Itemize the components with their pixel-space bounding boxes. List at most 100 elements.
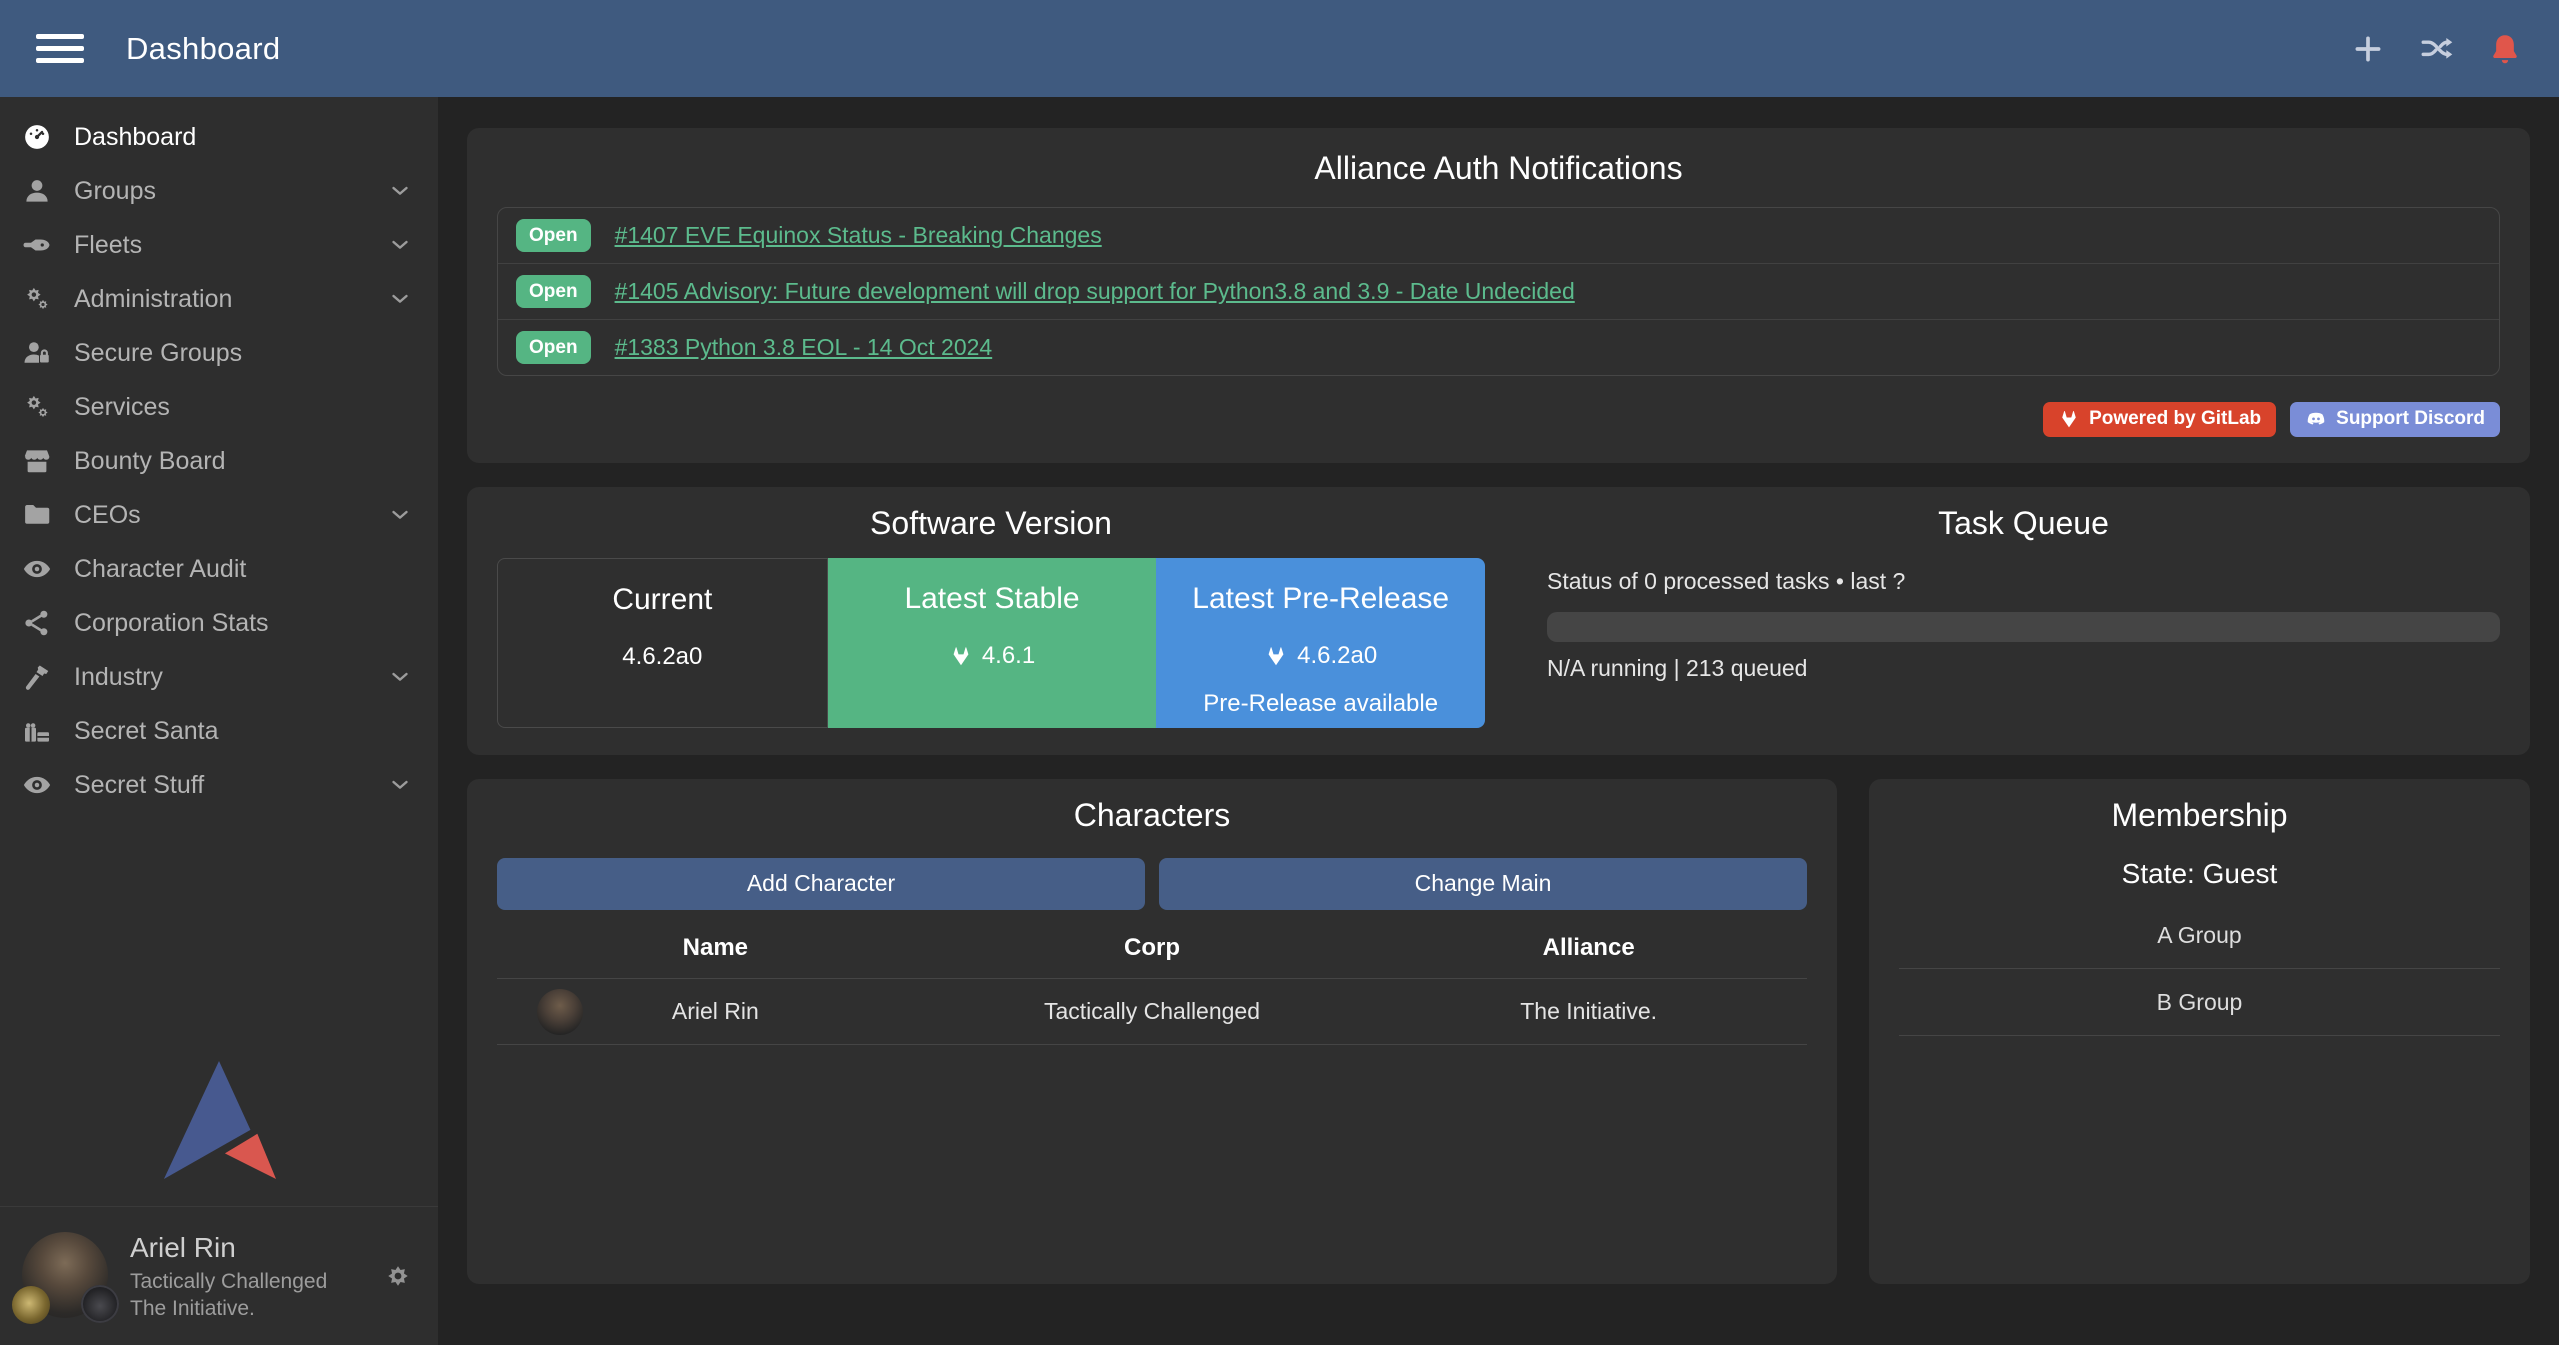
gitlab-icon bbox=[2058, 408, 2080, 430]
sidebar-item-secret-santa[interactable]: Secret Santa bbox=[0, 704, 438, 758]
membership-card: Membership State: Guest A Group B Group bbox=[1869, 779, 2530, 1284]
sidebar-item-fleets[interactable]: Fleets bbox=[0, 218, 438, 272]
notification-link[interactable]: #1407 EVE Equinox Status - Breaking Chan… bbox=[615, 222, 1102, 249]
sidebar-item-label: Industry bbox=[74, 663, 163, 692]
sidebar-item-label: Administration bbox=[74, 285, 232, 314]
sidebar-item-groups[interactable]: Groups bbox=[0, 164, 438, 218]
chevron-down-icon bbox=[388, 773, 412, 797]
gears-icon bbox=[22, 284, 52, 314]
sidebar-item-label: Secret Santa bbox=[74, 717, 219, 746]
task-queue-status: Status of 0 processed tasks • last ? bbox=[1547, 568, 2500, 595]
sidebar-item-secret-stuff[interactable]: Secret Stuff bbox=[0, 758, 438, 812]
user-alliance: The Initiative. bbox=[130, 1296, 327, 1322]
sidebar-item-corporation-stats[interactable]: Corporation Stats bbox=[0, 596, 438, 650]
version-cell-prerelease: Latest Pre-Release 4.6.2a0 Pre-Release a… bbox=[1156, 558, 1485, 728]
user-corp: Tactically Challenged bbox=[130, 1269, 327, 1295]
list-item: B Group bbox=[1899, 969, 2500, 1036]
gifts-icon bbox=[22, 716, 52, 746]
cell-character-corp: Tactically Challenged bbox=[934, 998, 1371, 1025]
cell-character-alliance: The Initiative. bbox=[1370, 998, 1807, 1025]
top-navbar: Dashboard bbox=[0, 0, 2559, 97]
menu-toggle-icon[interactable] bbox=[36, 34, 84, 63]
notification-item: Open #1383 Python 3.8 EOL - 14 Oct 2024 bbox=[498, 320, 2499, 375]
list-item: A Group bbox=[1899, 902, 2500, 969]
gitlab-icon bbox=[949, 644, 973, 668]
table-row: Ariel Rin Tactically Challenged The Init… bbox=[497, 979, 1807, 1045]
discord-badge-label: Support Discord bbox=[2336, 408, 2485, 431]
chevron-down-icon bbox=[388, 233, 412, 257]
store-icon bbox=[22, 446, 52, 476]
sidebar-item-bounty-board[interactable]: Bounty Board bbox=[0, 434, 438, 488]
task-queue-counts: N/A running | 213 queued bbox=[1547, 655, 2500, 682]
discord-badge[interactable]: Support Discord bbox=[2290, 402, 2500, 437]
version-cell-title: Latest Stable bbox=[828, 582, 1157, 616]
change-main-button[interactable]: Change Main bbox=[1159, 858, 1807, 910]
gear-icon[interactable] bbox=[382, 1260, 414, 1292]
sidebar-nav: Dashboard Groups Fleets Administration S… bbox=[0, 97, 438, 812]
sidebar-item-label: Fleets bbox=[74, 231, 142, 260]
sidebar-item-label: Secret Stuff bbox=[74, 771, 204, 800]
admin-status-card: Software Version Current 4.6.2a0 Latest … bbox=[467, 487, 2530, 755]
task-queue-title: Task Queue bbox=[1547, 505, 2500, 542]
sidebar-item-label: Corporation Stats bbox=[74, 609, 269, 638]
version-cell-title: Current bbox=[498, 583, 827, 617]
characters-card: Characters Add Character Change Main Nam… bbox=[467, 779, 1837, 1284]
folder-icon bbox=[22, 500, 52, 530]
sidebar-item-secure-groups[interactable]: Secure Groups bbox=[0, 326, 438, 380]
notification-link[interactable]: #1405 Advisory: Future development will … bbox=[615, 278, 1575, 305]
chevron-down-icon bbox=[388, 287, 412, 311]
sidebar-item-ceos[interactable]: CEOs bbox=[0, 488, 438, 542]
sidebar-item-label: Groups bbox=[74, 177, 156, 206]
characters-table-header: Name Corp Alliance bbox=[497, 934, 1807, 979]
plus-icon[interactable] bbox=[2351, 32, 2385, 66]
sidebar-item-administration[interactable]: Administration bbox=[0, 272, 438, 326]
chevron-down-icon bbox=[388, 503, 412, 527]
task-queue-progressbar bbox=[1547, 612, 2500, 642]
notifications-list: Open #1407 EVE Equinox Status - Breaking… bbox=[497, 207, 2500, 376]
character-portrait bbox=[537, 989, 583, 1035]
gauge-icon bbox=[22, 122, 52, 152]
notifications-title: Alliance Auth Notifications bbox=[497, 150, 2500, 187]
sidebar-item-label: Bounty Board bbox=[74, 447, 226, 476]
alliance-logo bbox=[81, 1285, 119, 1323]
gitlab-badge[interactable]: Powered by GitLab bbox=[2043, 402, 2276, 437]
add-character-button[interactable]: Add Character bbox=[497, 858, 1145, 910]
chevron-down-icon bbox=[388, 179, 412, 203]
software-version-title: Software Version bbox=[497, 505, 1485, 542]
sidebar-item-label: Dashboard bbox=[74, 123, 196, 152]
software-version-section: Software Version Current 4.6.2a0 Latest … bbox=[497, 505, 1485, 739]
sidebar-item-label: CEOs bbox=[74, 501, 141, 530]
share-nodes-icon bbox=[22, 608, 52, 638]
sidebar-item-label: Character Audit bbox=[74, 555, 246, 584]
chevron-down-icon bbox=[388, 665, 412, 689]
main-content: Alliance Auth Notifications Open #1407 E… bbox=[438, 97, 2559, 1345]
version-number: 4.6.1 bbox=[982, 642, 1035, 670]
notifications-card: Alliance Auth Notifications Open #1407 E… bbox=[467, 128, 2530, 463]
discord-icon bbox=[2305, 408, 2327, 430]
gitlab-icon bbox=[1264, 644, 1288, 668]
version-table: Current 4.6.2a0 Latest Stable 4.6.1 Late… bbox=[497, 558, 1485, 728]
notification-item: Open #1407 EVE Equinox Status - Breaking… bbox=[498, 208, 2499, 264]
version-number: 4.6.2a0 bbox=[622, 643, 702, 671]
bell-icon[interactable] bbox=[2487, 31, 2523, 67]
sidebar: Dashboard Groups Fleets Administration S… bbox=[0, 97, 438, 1345]
notification-link[interactable]: #1383 Python 3.8 EOL - 14 Oct 2024 bbox=[615, 334, 993, 361]
shuffle-icon[interactable] bbox=[2419, 32, 2453, 66]
characters-title: Characters bbox=[497, 797, 1807, 834]
sidebar-item-character-audit[interactable]: Character Audit bbox=[0, 542, 438, 596]
eye-icon bbox=[22, 770, 52, 800]
eye-icon bbox=[22, 554, 52, 584]
notification-item: Open #1405 Advisory: Future development … bbox=[498, 264, 2499, 320]
sidebar-item-services[interactable]: Services bbox=[0, 380, 438, 434]
page-title: Dashboard bbox=[126, 31, 280, 67]
hammer-icon bbox=[22, 662, 52, 692]
sidebar-item-dashboard[interactable]: Dashboard bbox=[0, 110, 438, 164]
column-header-alliance: Alliance bbox=[1370, 934, 1807, 962]
version-number: 4.6.2a0 bbox=[1297, 642, 1377, 670]
sidebar-item-industry[interactable]: Industry bbox=[0, 650, 438, 704]
column-header-name: Name bbox=[497, 934, 934, 962]
prerelease-note: Pre-Release available bbox=[1156, 690, 1485, 718]
user-icon bbox=[22, 176, 52, 206]
gears-icon bbox=[22, 392, 52, 422]
alliance-auth-logo bbox=[0, 1058, 438, 1206]
